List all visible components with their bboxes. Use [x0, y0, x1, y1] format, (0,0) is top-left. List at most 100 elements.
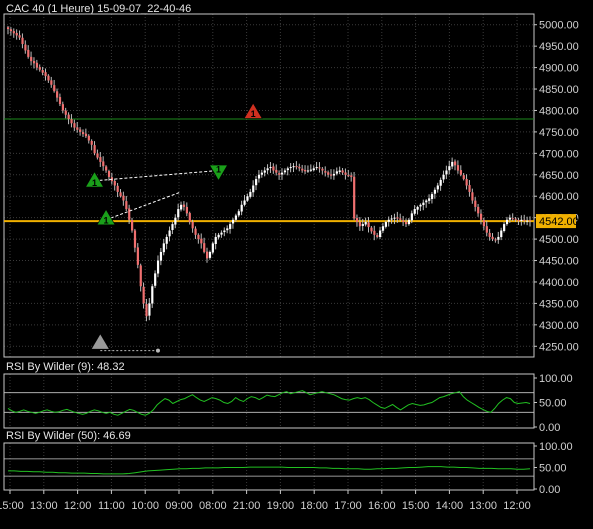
y-tick-label: 4900.00	[539, 63, 579, 75]
candle-body	[249, 191, 252, 197]
candle-body	[252, 185, 255, 193]
candle-body	[90, 140, 93, 145]
candle-body	[503, 224, 506, 232]
candle-body	[448, 166, 451, 171]
candle-body	[93, 145, 96, 154]
candle-body	[370, 227, 373, 232]
candle-body	[364, 221, 367, 225]
x-tick-label: 14:00	[436, 500, 464, 512]
candle-body	[171, 224, 174, 230]
candle-body	[324, 171, 327, 173]
candle-body	[38, 67, 41, 70]
candle-body	[280, 172, 284, 175]
candle-body	[9, 29, 13, 32]
y-tick-label: 4300.00	[539, 320, 579, 332]
candle-body	[231, 219, 235, 224]
candle-body	[442, 174, 445, 180]
x-tick-label: 13:00	[469, 500, 497, 512]
candle-body	[413, 209, 416, 214]
candle-body	[243, 200, 246, 205]
candle-body	[177, 209, 180, 218]
candle-body	[454, 161, 457, 166]
candle-body	[416, 206, 419, 210]
candle-body	[73, 123, 76, 128]
candle-body	[12, 31, 15, 34]
candle-body	[67, 114, 70, 120]
candle-body	[122, 195, 125, 201]
candle-body	[315, 167, 318, 169]
x-tick-label: 10:00	[131, 500, 159, 512]
candle-body	[125, 201, 128, 210]
rsi50-panel: RSI By Wilder (50): 46.69 100.00 50.00 0.00	[3, 430, 573, 496]
rsi50-y-tick-label: 50.00	[539, 463, 567, 475]
candle-body	[505, 219, 509, 225]
candle-body	[422, 202, 425, 206]
rsi50-title: RSI By Wilder (50): 46.69	[6, 430, 131, 442]
candle-body	[393, 217, 396, 219]
candle-body	[205, 251, 209, 259]
x-tick-label: 08:00	[199, 500, 227, 512]
candle-body	[494, 239, 497, 241]
candle-body	[304, 169, 307, 172]
x-axis: 15:00 13:00 12:00 11:00 10:00 09:00 08:00 21:00…	[0, 490, 531, 512]
candle-body	[203, 243, 206, 252]
candle-body	[384, 221, 388, 227]
candle-body	[396, 217, 399, 219]
candle-body	[260, 172, 263, 175]
candle-body	[154, 273, 157, 286]
candle-body	[194, 228, 197, 235]
candle-body	[15, 32, 18, 36]
candle-body	[312, 168, 315, 171]
candle-body	[35, 62, 39, 68]
candle-body	[240, 204, 243, 212]
trend-line	[94, 169, 219, 182]
candle-body	[96, 153, 99, 158]
candle-body	[47, 75, 50, 81]
candle-body	[381, 226, 385, 231]
candle-body	[266, 168, 269, 171]
candle-body	[257, 174, 261, 179]
candle-body	[477, 206, 480, 214]
rsi50-y-tick-label: 0.00	[539, 484, 560, 496]
candle-body	[200, 238, 203, 244]
candle-body	[214, 236, 217, 245]
candle-body	[44, 72, 47, 77]
x-tick-label: 11:00	[98, 500, 125, 512]
price-frame	[3, 13, 535, 358]
candle-body	[410, 213, 413, 221]
candle-body	[255, 179, 258, 186]
candle-body	[246, 196, 249, 201]
candle-body	[217, 234, 220, 238]
y-tick-label: 4800.00	[539, 105, 579, 117]
candle-body	[511, 218, 514, 220]
candle-body	[439, 179, 442, 186]
signal-marker-label: 1	[104, 216, 109, 226]
candle-body	[451, 161, 454, 167]
candle-body	[347, 175, 350, 177]
candle-body	[185, 206, 189, 214]
candle-body	[355, 217, 359, 222]
candle-body	[272, 166, 275, 171]
rsi9-y-tick-label: 50.00	[539, 398, 567, 410]
candle-body	[500, 230, 503, 238]
candle-body	[168, 230, 171, 237]
candle-body	[471, 192, 474, 201]
y-tick-label: 4750.00	[539, 127, 579, 139]
y-tick-label: 5000.00	[539, 20, 579, 32]
candle-body	[21, 37, 24, 45]
candle-body	[376, 235, 379, 237]
y-tick-label: 4500.00	[539, 234, 579, 246]
candle-body	[298, 166, 301, 169]
candle-body	[350, 175, 353, 177]
candle-body	[318, 167, 321, 169]
candle-body	[497, 236, 500, 240]
candle-body	[445, 170, 448, 175]
candle-body	[234, 215, 238, 220]
candle-body	[229, 224, 232, 229]
rsi50-y-tick-label: 100.00	[539, 441, 573, 453]
candle-body	[433, 189, 437, 194]
y-tick-label: 4400.00	[539, 277, 579, 289]
candle-body	[373, 230, 376, 235]
candle-body	[191, 221, 194, 229]
candle-body	[289, 167, 292, 169]
